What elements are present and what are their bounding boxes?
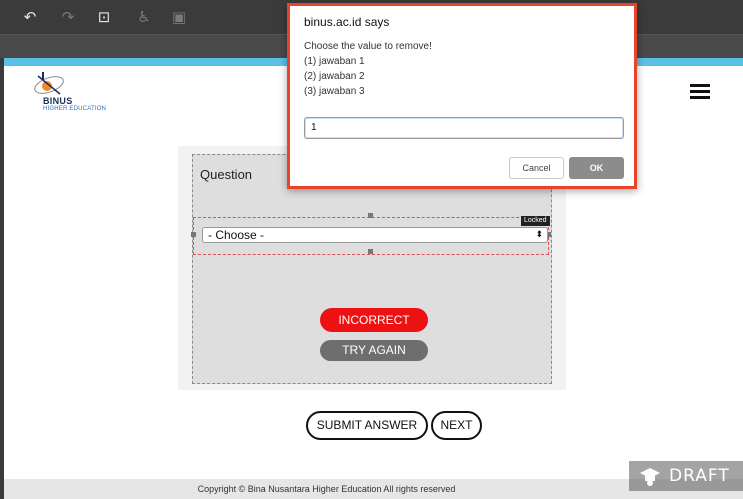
- dropdown-arrows-icon: ⬍: [535, 230, 543, 240]
- copyright-text: Copyright © Bina Nusantara Higher Educat…: [197, 484, 456, 494]
- next-button[interactable]: NEXT: [431, 411, 482, 440]
- resize-handle[interactable]: [368, 213, 373, 218]
- cancel-button[interactable]: Cancel: [509, 157, 564, 179]
- dropdown-value: - Choose -: [208, 228, 265, 242]
- draft-watermark: DRAFT: [629, 461, 743, 491]
- select-frame-icon[interactable]: ⊡: [94, 7, 114, 27]
- locked-badge: Locked: [521, 216, 550, 226]
- redo-icon[interactable]: ↷: [58, 7, 78, 27]
- submit-answer-button[interactable]: SUBMIT ANSWER: [306, 411, 428, 440]
- screen-icon[interactable]: ▣: [169, 7, 189, 27]
- resize-handle[interactable]: [191, 232, 196, 237]
- question-label: Question: [200, 167, 253, 182]
- binus-logo-mark-icon: [34, 72, 64, 95]
- accessibility-icon[interactable]: ♿: [134, 7, 154, 27]
- draft-label: DRAFT: [669, 466, 730, 486]
- dialog-input-field[interactable]: 1: [304, 117, 624, 139]
- ok-button[interactable]: OK: [569, 157, 624, 179]
- binus-logo[interactable]: BINUS HIGHER EDUCATION: [26, 72, 146, 114]
- hamburger-menu-icon[interactable]: [690, 84, 710, 100]
- dialog-message-line: (2) jawaban 2: [304, 71, 365, 82]
- dialog-message-line: Choose the value to remove!: [304, 41, 432, 52]
- logo-brand-text: BINUS: [43, 96, 73, 106]
- prompt-dialog: binus.ac.id says Choose the value to rem…: [287, 3, 637, 189]
- logo-subtitle-text: HIGHER EDUCATION: [43, 106, 107, 112]
- undo-icon[interactable]: ↶: [20, 7, 40, 27]
- dialog-message-line: (1) jawaban 1: [304, 56, 365, 67]
- incorrect-feedback: INCORRECT: [320, 308, 428, 332]
- try-again-button[interactable]: TRY AGAIN: [320, 340, 428, 361]
- graduation-cap-icon: [640, 468, 660, 486]
- dialog-message-line: (3) jawaban 3: [304, 86, 365, 97]
- resize-handle[interactable]: [368, 249, 373, 254]
- dialog-message: Choose the value to remove! (1) jawaban …: [304, 39, 432, 99]
- dialog-title: binus.ac.id says: [304, 15, 390, 29]
- answer-dropdown[interactable]: - Choose - ⬍: [202, 227, 548, 243]
